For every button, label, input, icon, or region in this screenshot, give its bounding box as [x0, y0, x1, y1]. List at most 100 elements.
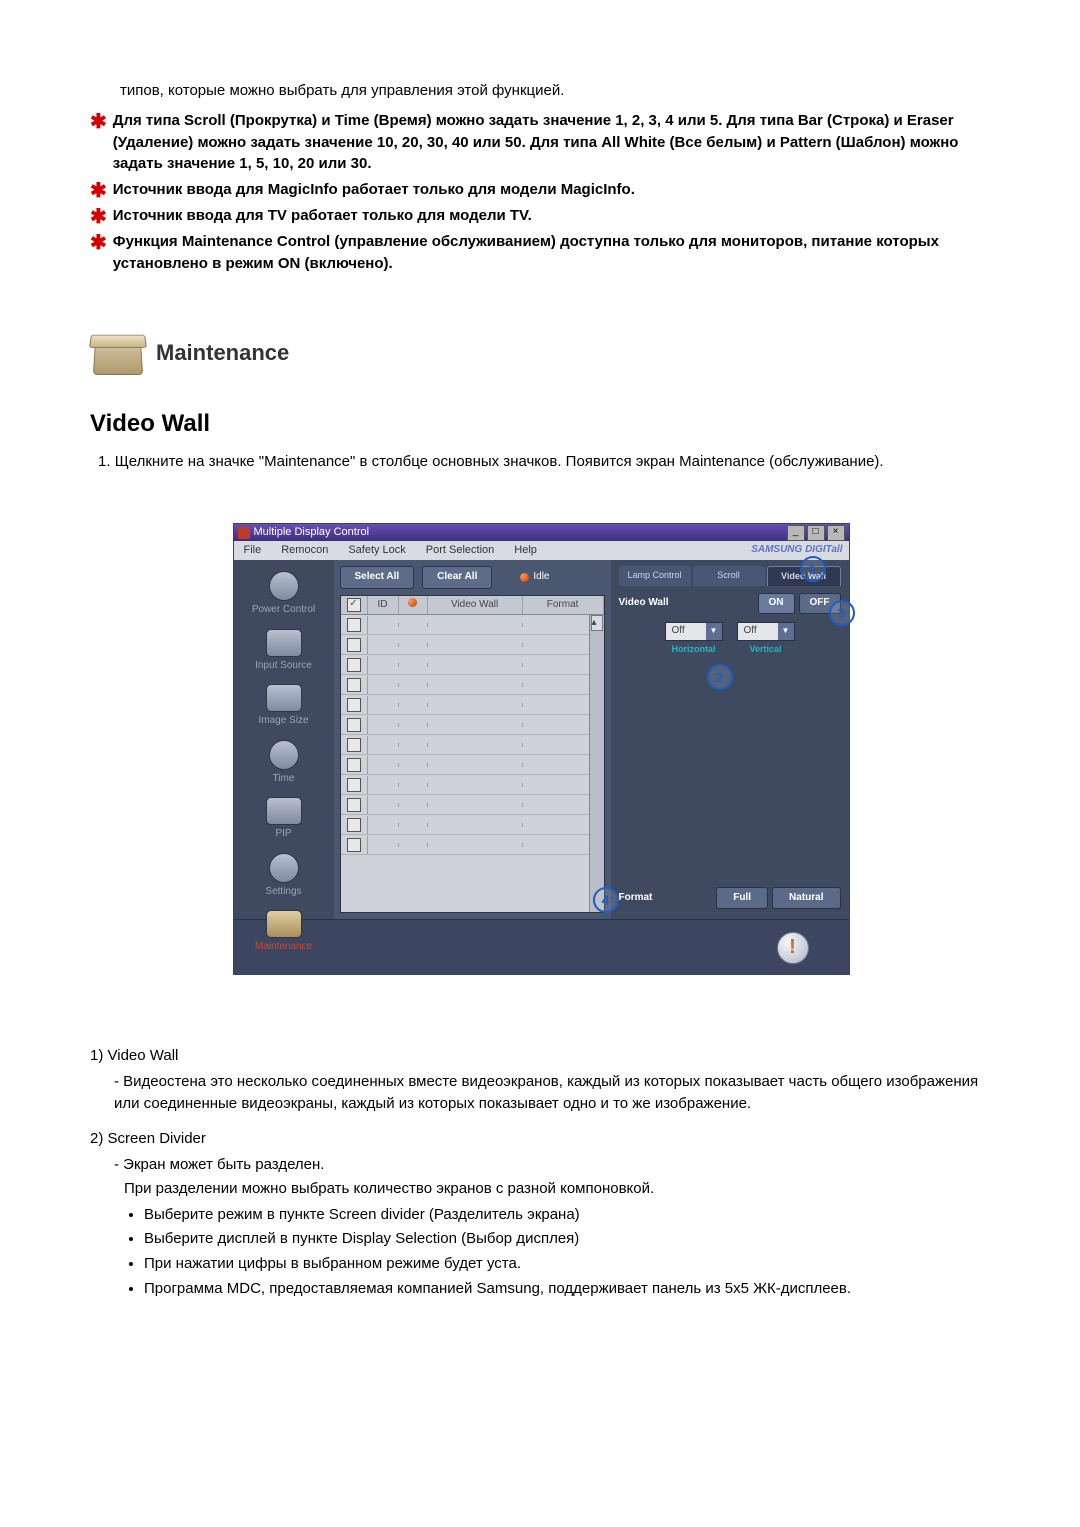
table-row[interactable] [341, 655, 604, 675]
idle-dot-icon [520, 573, 529, 582]
sidebar-item-image-size[interactable]: Image Size [244, 684, 324, 729]
power-icon [269, 571, 299, 601]
item-1-title: Video Wall [108, 1047, 179, 1064]
bullet-item: Программа MDC, предоставляемая компанией… [144, 1278, 990, 1300]
table-row[interactable] [341, 815, 604, 835]
note-text: Для типа Scroll (Прокрутка) и Time (Врем… [113, 110, 990, 175]
callout-1: 1 [800, 556, 826, 582]
callout-2: 2 [707, 664, 733, 690]
menu-remocon[interactable]: Remocon [271, 543, 338, 559]
menu-port-selection[interactable]: Port Selection [416, 543, 504, 559]
sidebar-item-maintenance[interactable]: Maintenance [244, 910, 324, 955]
callout-4: 4 [593, 887, 619, 913]
table-row[interactable] [341, 715, 604, 735]
format-label: Format [619, 891, 653, 906]
bullet-item: Выберите дисплей в пункте Display Select… [144, 1228, 990, 1250]
tab-lamp-control[interactable]: Lamp Control [619, 566, 691, 586]
image-size-icon [266, 684, 302, 712]
format-natural-button[interactable]: Natural [772, 887, 840, 910]
note-text: Источник ввода для TV работает только дл… [113, 205, 990, 227]
close-button[interactable]: × [827, 525, 845, 541]
tab-scroll[interactable]: Scroll [693, 566, 765, 586]
titlebar: Multiple Display Control _ □ × [234, 524, 849, 541]
vertical-value: Off [738, 624, 778, 639]
col-id[interactable]: ID [368, 596, 399, 615]
drawer-icon [90, 331, 146, 375]
select-all-button[interactable]: Select All [340, 566, 415, 589]
section-heading: Maintenance [90, 331, 990, 375]
scroll-thumb[interactable]: ▴ [591, 615, 603, 631]
info-icon[interactable]: ! [777, 932, 809, 964]
step-body: Щелкните на значке "Maintenance" в столб… [115, 453, 884, 470]
sidebar-item-label: PIP [275, 828, 291, 839]
table-header: ✓ ID Video Wall Format [341, 596, 604, 616]
note-text: Источник ввода для MagicInfo работает то… [113, 179, 990, 201]
videowall-on-button[interactable]: ON [758, 593, 795, 614]
table-row[interactable] [341, 635, 604, 655]
col-format[interactable]: Format [523, 596, 604, 615]
chevron-down-icon: ▼ [706, 623, 722, 640]
menubar: File Remocon Safety Lock Port Selection … [234, 541, 849, 560]
display-table: ✓ ID Video Wall Format [340, 595, 605, 914]
sidebar-item-settings[interactable]: Settings [244, 853, 324, 900]
right-panel: Lamp Control Scroll Video Wall 1 Video W… [611, 560, 849, 919]
divider-row: Off ▼ Horizontal Off ▼ Vertical [619, 622, 841, 656]
chevron-down-icon: ▼ [778, 623, 794, 640]
vertical-col: Off ▼ Vertical [737, 622, 795, 656]
sidebar-item-label: Image Size [258, 715, 308, 726]
bullet-list: Выберите режим в пункте Screen divider (… [144, 1204, 990, 1300]
table-row[interactable] [341, 735, 604, 755]
menu-file[interactable]: File [234, 543, 272, 559]
clear-all-button[interactable]: Clear All [422, 566, 492, 589]
videowall-label: Video Wall [619, 596, 669, 611]
sidebar: Power Control Input Source Image Size Ti… [234, 560, 334, 919]
item-2: 2) Screen Divider [90, 1128, 990, 1150]
col-checkbox[interactable]: ✓ [341, 596, 368, 615]
sidebar-item-label: Settings [265, 886, 301, 897]
screenshot-container: Multiple Display Control _ □ × File Remo… [233, 523, 848, 975]
pip-icon [266, 797, 302, 825]
table-row[interactable] [341, 795, 604, 815]
table-row[interactable] [341, 755, 604, 775]
item-2-dash: - Экран может быть разделен. [114, 1154, 990, 1176]
table-row[interactable] [341, 675, 604, 695]
vertical-label: Vertical [749, 643, 781, 656]
intro-text: типов, которые можно выбрать для управле… [120, 80, 990, 102]
table-row[interactable] [341, 835, 604, 855]
col-video-wall[interactable]: Video Wall [428, 596, 523, 615]
center-panel: Select All Clear All Idle ✓ ID Video Wal… [334, 560, 611, 919]
settings-icon [269, 853, 299, 883]
bullet-item: При нажатии цифры в выбранном режиме буд… [144, 1253, 990, 1275]
format-row: Format Full Natural [619, 887, 841, 910]
step-number: 1. [98, 453, 111, 470]
sidebar-item-power-control[interactable]: Power Control [244, 571, 324, 618]
app-icon [238, 527, 250, 539]
item-2-dash-cont: При разделении можно выбрать количество … [124, 1178, 990, 1200]
vertical-dropdown[interactable]: Off ▼ [737, 622, 795, 641]
sidebar-item-input-source[interactable]: Input Source [244, 629, 324, 674]
format-full-button[interactable]: Full [716, 887, 768, 910]
sidebar-item-label: Power Control [252, 604, 315, 615]
menu-help[interactable]: Help [504, 543, 547, 559]
horizontal-col: Off ▼ Horizontal [665, 622, 723, 656]
table-row[interactable] [341, 615, 604, 635]
document-page: типов, которые можно выбрать для управле… [0, 0, 1080, 1364]
maximize-button[interactable]: □ [807, 525, 825, 541]
star-icon: ✱ [90, 233, 107, 253]
table-body: ▴ [341, 615, 604, 912]
horizontal-dropdown[interactable]: Off ▼ [665, 622, 723, 641]
menu-safety-lock[interactable]: Safety Lock [338, 543, 415, 559]
col-status[interactable] [399, 596, 428, 615]
note-row: ✱ Функция Maintenance Control (управлени… [90, 231, 990, 275]
sidebar-item-pip[interactable]: PIP [244, 797, 324, 842]
scrollbar[interactable]: ▴ [589, 615, 604, 912]
table-row[interactable] [341, 695, 604, 715]
callout-3: 3 [829, 600, 855, 626]
star-icon: ✱ [90, 112, 107, 132]
sidebar-item-label: Maintenance [255, 941, 312, 952]
table-row[interactable] [341, 775, 604, 795]
sidebar-item-time[interactable]: Time [244, 740, 324, 787]
section-title: Maintenance [156, 337, 289, 369]
minimize-button[interactable]: _ [787, 525, 805, 541]
explanation-block: 1) Video Wall - Видеостена это несколько… [90, 1045, 990, 1300]
